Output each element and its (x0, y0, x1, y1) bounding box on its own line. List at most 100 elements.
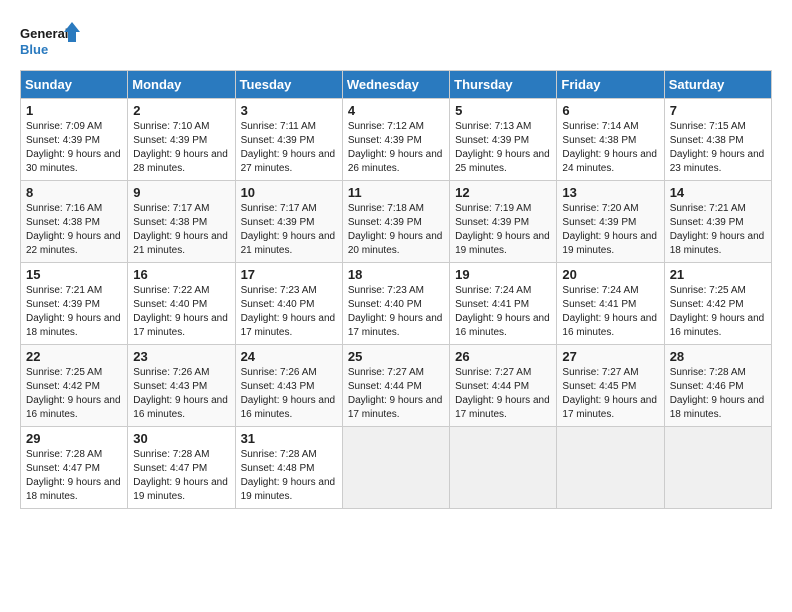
week-row-3: 15 Sunrise: 7:21 AMSunset: 4:39 PMDaylig… (21, 263, 772, 345)
weekday-header-thursday: Thursday (450, 71, 557, 99)
calendar-cell: 25 Sunrise: 7:27 AMSunset: 4:44 PMDaylig… (342, 345, 449, 427)
day-number: 19 (455, 267, 551, 282)
day-info: Sunrise: 7:14 AMSunset: 4:38 PMDaylight:… (562, 120, 658, 176)
calendar-cell: 28 Sunrise: 7:28 AMSunset: 4:46 PMDaylig… (664, 345, 771, 427)
day-number: 13 (562, 185, 658, 200)
day-number: 30 (133, 431, 229, 446)
day-info: Sunrise: 7:17 AMSunset: 4:38 PMDaylight:… (133, 202, 229, 258)
day-info: Sunrise: 7:26 AMSunset: 4:43 PMDaylight:… (133, 366, 229, 422)
day-info: Sunrise: 7:24 AMSunset: 4:41 PMDaylight:… (562, 284, 658, 340)
day-number: 24 (241, 349, 337, 364)
weekday-header-sunday: Sunday (21, 71, 128, 99)
day-number: 22 (26, 349, 122, 364)
calendar-cell: 22 Sunrise: 7:25 AMSunset: 4:42 PMDaylig… (21, 345, 128, 427)
calendar-cell: 18 Sunrise: 7:23 AMSunset: 4:40 PMDaylig… (342, 263, 449, 345)
day-info: Sunrise: 7:28 AMSunset: 4:46 PMDaylight:… (670, 366, 766, 422)
day-number: 25 (348, 349, 444, 364)
calendar-cell: 26 Sunrise: 7:27 AMSunset: 4:44 PMDaylig… (450, 345, 557, 427)
day-info: Sunrise: 7:24 AMSunset: 4:41 PMDaylight:… (455, 284, 551, 340)
weekday-header-saturday: Saturday (664, 71, 771, 99)
svg-text:Blue: Blue (20, 42, 48, 57)
calendar-cell (450, 427, 557, 509)
calendar-cell: 15 Sunrise: 7:21 AMSunset: 4:39 PMDaylig… (21, 263, 128, 345)
logo-svg: General Blue (20, 20, 80, 60)
day-info: Sunrise: 7:09 AMSunset: 4:39 PMDaylight:… (26, 120, 122, 176)
calendar-cell: 4 Sunrise: 7:12 AMSunset: 4:39 PMDayligh… (342, 99, 449, 181)
day-info: Sunrise: 7:27 AMSunset: 4:45 PMDaylight:… (562, 366, 658, 422)
day-number: 4 (348, 103, 444, 118)
day-info: Sunrise: 7:27 AMSunset: 4:44 PMDaylight:… (348, 366, 444, 422)
calendar-cell: 9 Sunrise: 7:17 AMSunset: 4:38 PMDayligh… (128, 181, 235, 263)
weekday-header-friday: Friday (557, 71, 664, 99)
calendar-cell: 8 Sunrise: 7:16 AMSunset: 4:38 PMDayligh… (21, 181, 128, 263)
day-info: Sunrise: 7:22 AMSunset: 4:40 PMDaylight:… (133, 284, 229, 340)
day-info: Sunrise: 7:28 AMSunset: 4:47 PMDaylight:… (26, 448, 122, 504)
day-number: 12 (455, 185, 551, 200)
svg-text:General: General (20, 26, 68, 41)
day-info: Sunrise: 7:11 AMSunset: 4:39 PMDaylight:… (241, 120, 337, 176)
day-info: Sunrise: 7:28 AMSunset: 4:47 PMDaylight:… (133, 448, 229, 504)
week-row-1: 1 Sunrise: 7:09 AMSunset: 4:39 PMDayligh… (21, 99, 772, 181)
day-info: Sunrise: 7:21 AMSunset: 4:39 PMDaylight:… (670, 202, 766, 258)
calendar-cell: 27 Sunrise: 7:27 AMSunset: 4:45 PMDaylig… (557, 345, 664, 427)
calendar-cell: 3 Sunrise: 7:11 AMSunset: 4:39 PMDayligh… (235, 99, 342, 181)
day-info: Sunrise: 7:20 AMSunset: 4:39 PMDaylight:… (562, 202, 658, 258)
day-info: Sunrise: 7:25 AMSunset: 4:42 PMDaylight:… (26, 366, 122, 422)
day-number: 14 (670, 185, 766, 200)
day-info: Sunrise: 7:27 AMSunset: 4:44 PMDaylight:… (455, 366, 551, 422)
day-number: 18 (348, 267, 444, 282)
day-number: 26 (455, 349, 551, 364)
calendar-cell: 21 Sunrise: 7:25 AMSunset: 4:42 PMDaylig… (664, 263, 771, 345)
day-info: Sunrise: 7:18 AMSunset: 4:39 PMDaylight:… (348, 202, 444, 258)
day-number: 16 (133, 267, 229, 282)
day-info: Sunrise: 7:15 AMSunset: 4:38 PMDaylight:… (670, 120, 766, 176)
day-info: Sunrise: 7:10 AMSunset: 4:39 PMDaylight:… (133, 120, 229, 176)
day-number: 29 (26, 431, 122, 446)
weekday-header-monday: Monday (128, 71, 235, 99)
day-number: 3 (241, 103, 337, 118)
calendar-cell: 31 Sunrise: 7:28 AMSunset: 4:48 PMDaylig… (235, 427, 342, 509)
calendar-cell: 6 Sunrise: 7:14 AMSunset: 4:38 PMDayligh… (557, 99, 664, 181)
calendar-cell: 14 Sunrise: 7:21 AMSunset: 4:39 PMDaylig… (664, 181, 771, 263)
day-number: 28 (670, 349, 766, 364)
day-number: 7 (670, 103, 766, 118)
calendar-cell: 30 Sunrise: 7:28 AMSunset: 4:47 PMDaylig… (128, 427, 235, 509)
weekday-header-tuesday: Tuesday (235, 71, 342, 99)
day-number: 5 (455, 103, 551, 118)
day-number: 10 (241, 185, 337, 200)
calendar-cell: 20 Sunrise: 7:24 AMSunset: 4:41 PMDaylig… (557, 263, 664, 345)
week-row-4: 22 Sunrise: 7:25 AMSunset: 4:42 PMDaylig… (21, 345, 772, 427)
calendar-cell: 5 Sunrise: 7:13 AMSunset: 4:39 PMDayligh… (450, 99, 557, 181)
day-info: Sunrise: 7:25 AMSunset: 4:42 PMDaylight:… (670, 284, 766, 340)
day-info: Sunrise: 7:16 AMSunset: 4:38 PMDaylight:… (26, 202, 122, 258)
day-number: 17 (241, 267, 337, 282)
calendar-cell: 11 Sunrise: 7:18 AMSunset: 4:39 PMDaylig… (342, 181, 449, 263)
calendar-cell: 13 Sunrise: 7:20 AMSunset: 4:39 PMDaylig… (557, 181, 664, 263)
day-info: Sunrise: 7:26 AMSunset: 4:43 PMDaylight:… (241, 366, 337, 422)
calendar-cell: 12 Sunrise: 7:19 AMSunset: 4:39 PMDaylig… (450, 181, 557, 263)
day-number: 8 (26, 185, 122, 200)
calendar-cell: 17 Sunrise: 7:23 AMSunset: 4:40 PMDaylig… (235, 263, 342, 345)
week-row-2: 8 Sunrise: 7:16 AMSunset: 4:38 PMDayligh… (21, 181, 772, 263)
day-number: 31 (241, 431, 337, 446)
day-info: Sunrise: 7:17 AMSunset: 4:39 PMDaylight:… (241, 202, 337, 258)
day-number: 15 (26, 267, 122, 282)
calendar-cell: 29 Sunrise: 7:28 AMSunset: 4:47 PMDaylig… (21, 427, 128, 509)
day-info: Sunrise: 7:23 AMSunset: 4:40 PMDaylight:… (241, 284, 337, 340)
logo: General Blue (20, 20, 80, 60)
calendar-cell: 24 Sunrise: 7:26 AMSunset: 4:43 PMDaylig… (235, 345, 342, 427)
day-number: 6 (562, 103, 658, 118)
day-number: 9 (133, 185, 229, 200)
day-info: Sunrise: 7:23 AMSunset: 4:40 PMDaylight:… (348, 284, 444, 340)
page-header: General Blue (20, 20, 772, 60)
day-number: 11 (348, 185, 444, 200)
day-number: 23 (133, 349, 229, 364)
day-number: 27 (562, 349, 658, 364)
day-info: Sunrise: 7:21 AMSunset: 4:39 PMDaylight:… (26, 284, 122, 340)
week-row-5: 29 Sunrise: 7:28 AMSunset: 4:47 PMDaylig… (21, 427, 772, 509)
calendar-cell (557, 427, 664, 509)
calendar-cell: 19 Sunrise: 7:24 AMSunset: 4:41 PMDaylig… (450, 263, 557, 345)
weekday-header-wednesday: Wednesday (342, 71, 449, 99)
day-number: 1 (26, 103, 122, 118)
calendar-cell: 10 Sunrise: 7:17 AMSunset: 4:39 PMDaylig… (235, 181, 342, 263)
